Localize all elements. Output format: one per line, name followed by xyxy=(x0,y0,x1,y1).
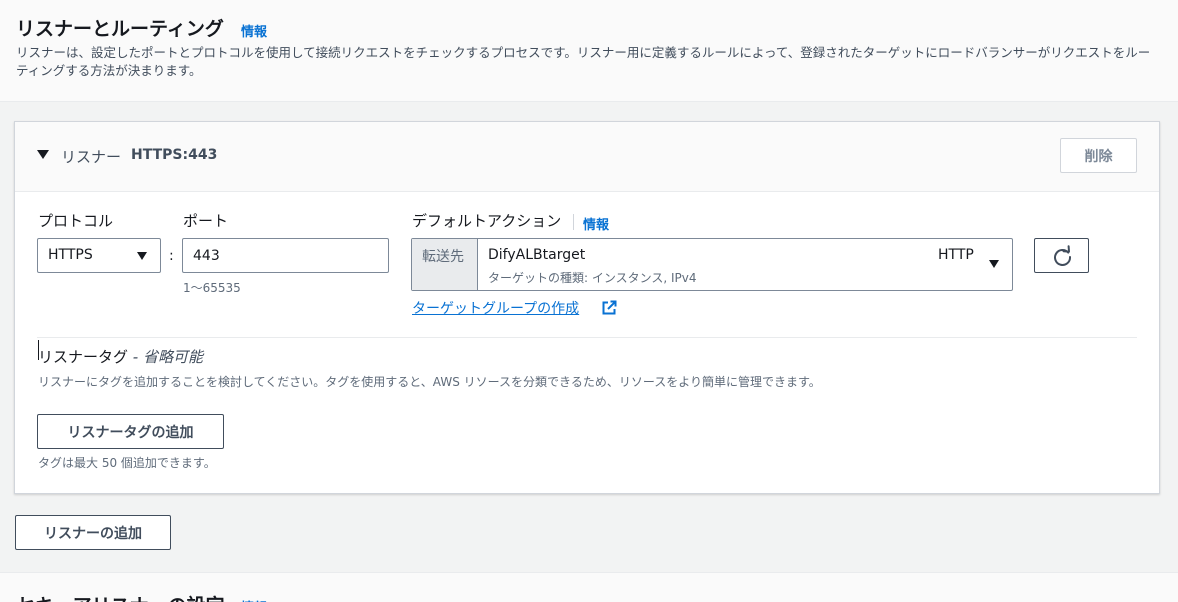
action-prefix: 転送先 xyxy=(412,239,478,290)
action-prefix-label: 転送先 xyxy=(422,249,464,265)
tags-title-text: リスナータグ xyxy=(38,348,129,366)
caret-down-icon xyxy=(137,252,147,260)
port-label: ポート xyxy=(183,212,229,230)
refresh-icon xyxy=(1054,245,1072,266)
section-header: リスナーとルーティング 情報 リスナーは、設定したポートとプロトコルを使用して接… xyxy=(0,0,1178,102)
tags-limit-hint: タグは最大 50 個追加できます。 xyxy=(38,456,216,470)
tags-description: リスナーにタグを追加することを検討してください。タグを使用すると、AWS リソー… xyxy=(38,375,821,389)
next-section-header: セキュアリスナーの設定 情報 xyxy=(0,572,1178,602)
target-group-select[interactable]: 転送先 DifyALBtarget ターゲットの種類: インスタンス, IPv4… xyxy=(411,238,1013,291)
info-separator xyxy=(573,214,574,230)
create-target-group-link[interactable]: ターゲットグループの作成 xyxy=(412,298,579,318)
refresh-button[interactable] xyxy=(1034,238,1089,273)
listener-header-label: リスナー xyxy=(61,148,122,166)
protocol-label: プロトコル xyxy=(38,212,114,230)
section-title: リスナーとルーティング xyxy=(16,18,224,40)
external-link-icon xyxy=(602,300,617,315)
caret-down-icon xyxy=(989,260,999,268)
next-section-info-link[interactable]: 情報 xyxy=(241,597,267,602)
colon-separator: : xyxy=(169,248,174,264)
next-section-title: セキュアリスナーの設定 xyxy=(16,591,225,602)
port-input[interactable] xyxy=(182,238,389,273)
add-listener-tag-button[interactable]: リスナータグの追加 xyxy=(37,414,224,449)
divider xyxy=(37,337,1137,338)
add-listener-button[interactable]: リスナーの追加 xyxy=(15,515,171,550)
tags-title-optional: - 省略可能 xyxy=(128,348,203,366)
default-action-info-link[interactable]: 情報 xyxy=(583,214,609,233)
target-group-protocol: HTTP xyxy=(938,247,974,263)
default-action-label: デフォルトアクション xyxy=(412,212,562,230)
target-group-subtitle: ターゲットの種類: インスタンス, IPv4 xyxy=(488,271,697,285)
collapse-caret-icon[interactable] xyxy=(37,150,49,159)
delete-listener-button[interactable]: 削除 xyxy=(1060,138,1137,173)
protocol-select[interactable]: HTTPS xyxy=(37,238,161,273)
listener-panel: リスナー HTTPS:443 削除 プロトコル HTTPS : ポート 1〜65… xyxy=(14,121,1160,494)
target-group-name: DifyALBtarget xyxy=(488,247,586,263)
port-hint: 1〜65535 xyxy=(183,281,241,295)
protocol-select-value: HTTPS xyxy=(48,247,93,263)
listener-panel-header: リスナー HTTPS:443 削除 xyxy=(15,122,1159,192)
tags-title: リスナータグ - 省略可能 xyxy=(38,346,203,367)
listener-header-value: HTTPS:443 xyxy=(131,147,218,163)
section-description: リスナーは、設定したポートとプロトコルを使用して接続リクエストをチェックするプロ… xyxy=(16,45,1151,78)
section-info-link[interactable]: 情報 xyxy=(241,21,267,40)
